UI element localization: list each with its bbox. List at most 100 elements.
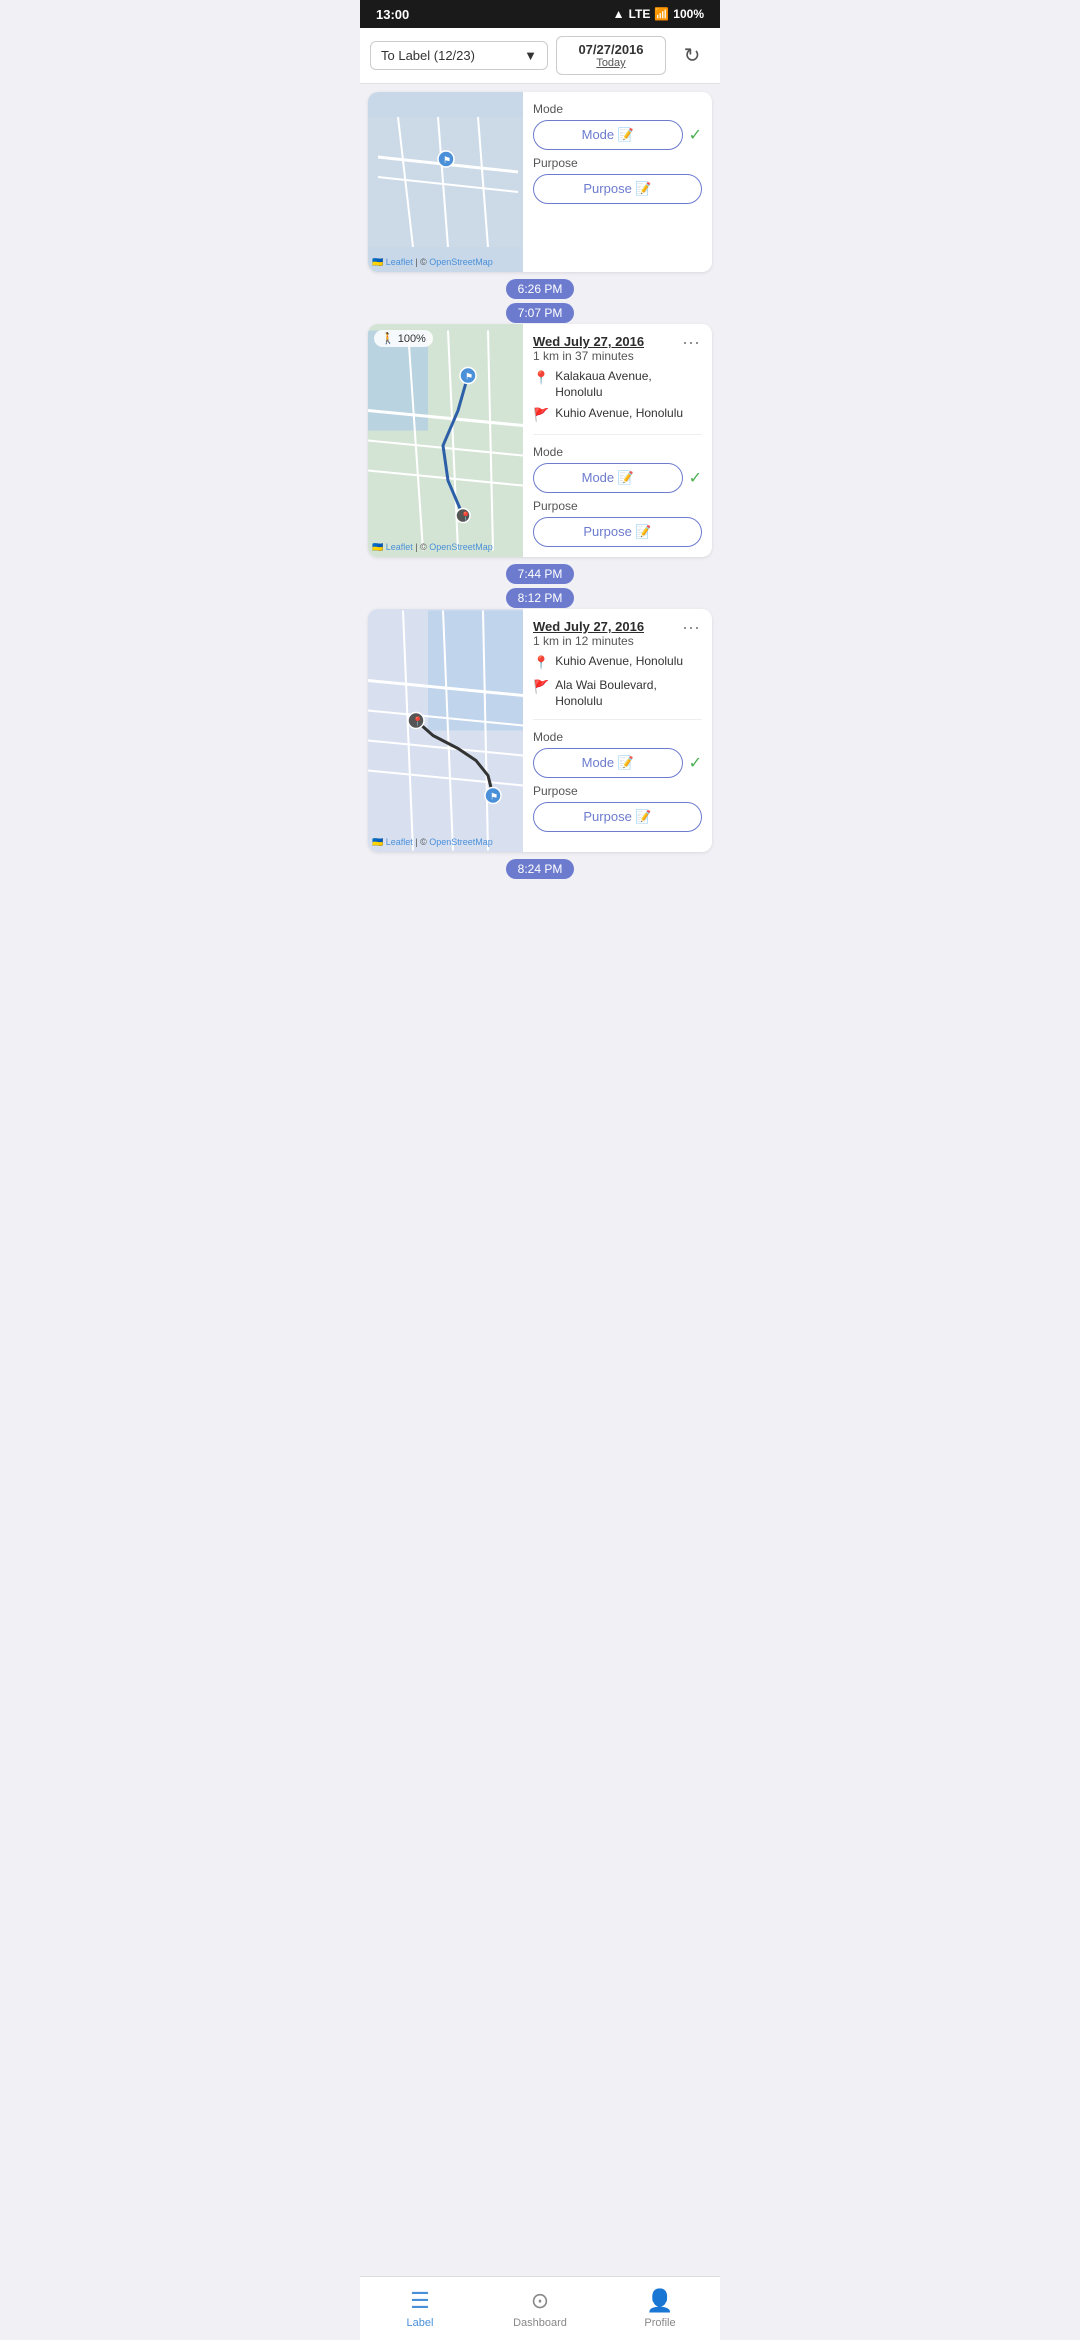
dashboard-nav-text: Dashboard	[513, 2317, 567, 2329]
osm-link: OpenStreetMap	[429, 257, 493, 267]
svg-text:📍: 📍	[412, 716, 423, 727]
to-text-2: Ala Wai Boulevard, Honolulu	[555, 678, 702, 709]
dashboard-nav-icon: ⊙	[531, 2288, 549, 2314]
trip-info-2: Wed July 27, 2016 1 km in 12 minutes ⋯ 📍…	[523, 609, 712, 852]
trip-duration-1: 1 km in 37 minutes	[533, 349, 644, 363]
walk-badge-1: 🚶 100%	[374, 330, 433, 347]
label-selector[interactable]: To Label (12/23) ▼	[370, 41, 548, 70]
trip-header-1: Wed July 27, 2016 1 km in 37 minutes ⋯	[533, 334, 702, 363]
to-location-2: 🚩 Ala Wai Boulevard, Honolulu	[533, 678, 702, 709]
purpose-label-partial: Purpose	[533, 156, 702, 170]
mode-row-1: Mode 📝 ✓	[533, 463, 702, 493]
purpose-label-1: Purpose	[533, 499, 702, 513]
purpose-section-1: Purpose Purpose 📝	[533, 499, 702, 547]
status-time: 13:00	[376, 7, 409, 22]
label-nav-text: Label	[407, 2317, 434, 2329]
time-label-707: 7:07 PM	[368, 304, 712, 320]
scroll-area: ⚑ 🇺🇦 Leaflet | © OpenStreetMap Mode Mode…	[360, 84, 720, 960]
purpose-button-1[interactable]: Purpose 📝	[533, 517, 702, 547]
purpose-section-2: Purpose Purpose 📝	[533, 784, 702, 832]
leaflet-credit-1: 🇺🇦 Leaflet | © OpenStreetMap	[372, 542, 493, 553]
svg-text:📍: 📍	[460, 511, 471, 522]
svg-text:⚑: ⚑	[490, 792, 498, 802]
location-pin-icon-2: 📍	[533, 655, 549, 672]
time-812-text: 8:12 PM	[506, 588, 575, 608]
more-button-1[interactable]: ⋯	[680, 334, 702, 352]
mode-button-2[interactable]: Mode 📝	[533, 748, 683, 778]
refresh-button[interactable]: ↻	[674, 38, 710, 74]
from-text-1: Kalakaua Avenue, Honolulu	[555, 369, 702, 400]
bottom-nav: ☰ Label ⊙ Dashboard 👤 Profile	[360, 2276, 720, 2340]
from-location-1: 📍 Kalakaua Avenue, Honolulu	[533, 369, 702, 400]
mode-label-partial: Mode	[533, 102, 702, 116]
svg-text:⚑: ⚑	[443, 155, 451, 165]
time-label-812: 8:12 PM	[368, 589, 712, 605]
trip-map-partial: ⚑ 🇺🇦 Leaflet | © OpenStreetMap	[368, 92, 523, 272]
battery-label: 100%	[673, 7, 704, 21]
date-sub: Today	[567, 57, 655, 69]
time-label-626: 6:26 PM	[368, 280, 712, 296]
trip-card-2: 📍 ⚑ 🇺🇦 Leaflet | © OpenStreetMap Wed Jul…	[368, 609, 712, 852]
from-location-2: 📍 Kuhio Avenue, Honolulu	[533, 654, 702, 672]
mode-label-1: Mode	[533, 445, 702, 459]
mode-label-2: Mode	[533, 730, 702, 744]
divider-2	[533, 719, 702, 720]
trip-map-1: 🚶 100% ⚑ 📍	[368, 324, 523, 557]
wifi-icon: ▲	[613, 7, 625, 21]
walk-percent: 100%	[398, 333, 426, 345]
check-icon-1: ✓	[689, 468, 702, 488]
time-label-744: 7:44 PM	[368, 565, 712, 581]
location-pin-icon-1: 📍	[533, 370, 549, 387]
mode-row-2: Mode 📝 ✓	[533, 748, 702, 778]
leaflet-credit-2: 🇺🇦 Leaflet | © OpenStreetMap	[372, 837, 493, 848]
trip-date-2: Wed July 27, 2016	[533, 619, 644, 634]
walk-icon: 🚶	[381, 332, 395, 345]
lte-label: LTE	[629, 7, 651, 21]
nav-item-profile[interactable]: 👤 Profile	[600, 2277, 720, 2340]
status-bar: 13:00 ▲ LTE 📶 100%	[360, 0, 720, 28]
trip-info-partial: Mode Mode 📝 ✓ Purpose Purpose 📝	[523, 92, 712, 272]
purpose-button-2[interactable]: Purpose 📝	[533, 802, 702, 832]
leaflet-credit-partial: 🇺🇦 Leaflet | © OpenStreetMap	[372, 257, 493, 268]
check-icon-partial: ✓	[689, 125, 702, 145]
signal-icon: 📶	[654, 7, 669, 21]
label-selector-text: To Label (12/23)	[381, 48, 475, 63]
profile-nav-icon: 👤	[646, 2288, 673, 2314]
to-text-1: Kuhio Avenue, Honolulu	[555, 406, 683, 422]
time-626-text: 6:26 PM	[506, 279, 575, 299]
mode-button-1[interactable]: Mode 📝	[533, 463, 683, 493]
status-icons: ▲ LTE 📶 100%	[613, 7, 704, 21]
top-bar: To Label (12/23) ▼ 07/27/2016 Today ↻	[360, 28, 720, 84]
nav-item-label[interactable]: ☰ Label	[360, 2277, 480, 2340]
trip-map-2: 📍 ⚑ 🇺🇦 Leaflet | © OpenStreetMap	[368, 609, 523, 852]
chevron-down-icon: ▼	[524, 48, 537, 63]
mode-row-partial: Mode 📝 ✓	[533, 120, 702, 150]
label-nav-icon: ☰	[410, 2288, 430, 2314]
nav-item-dashboard[interactable]: ⊙ Dashboard	[480, 2277, 600, 2340]
time-label-824: 8:24 PM	[368, 860, 712, 876]
time-707-text: 7:07 PM	[506, 303, 575, 323]
purpose-label-2: Purpose	[533, 784, 702, 798]
more-button-2[interactable]: ⋯	[680, 619, 702, 637]
trip-date-1: Wed July 27, 2016	[533, 334, 644, 349]
mode-button-partial[interactable]: Mode 📝	[533, 120, 683, 150]
check-icon-2: ✓	[689, 753, 702, 773]
to-location-1: 🚩 Kuhio Avenue, Honolulu	[533, 406, 702, 424]
purpose-section-partial: Purpose Purpose 📝	[533, 156, 702, 204]
trip-header-2: Wed July 27, 2016 1 km in 12 minutes ⋯	[533, 619, 702, 648]
date-main: 07/27/2016	[567, 42, 655, 57]
profile-nav-text: Profile	[644, 2317, 675, 2329]
mode-section-1: Mode Mode 📝 ✓	[533, 445, 702, 493]
time-744-text: 7:44 PM	[506, 564, 575, 584]
trip-card-partial: ⚑ 🇺🇦 Leaflet | © OpenStreetMap Mode Mode…	[368, 92, 712, 272]
date-selector[interactable]: 07/27/2016 Today	[556, 36, 666, 75]
purpose-button-partial[interactable]: Purpose 📝	[533, 174, 702, 204]
trip-duration-2: 1 km in 12 minutes	[533, 634, 644, 648]
trip-info-1: Wed July 27, 2016 1 km in 37 minutes ⋯ 📍…	[523, 324, 712, 557]
flag-icon-1: 🚩	[533, 407, 549, 424]
mode-section-2: Mode Mode 📝 ✓	[533, 730, 702, 778]
time-824-text: 8:24 PM	[506, 859, 575, 879]
from-text-2: Kuhio Avenue, Honolulu	[555, 654, 683, 670]
leaflet-link: 🇺🇦 Leaflet	[372, 257, 413, 267]
mode-section-partial: Mode Mode 📝 ✓	[533, 102, 702, 150]
